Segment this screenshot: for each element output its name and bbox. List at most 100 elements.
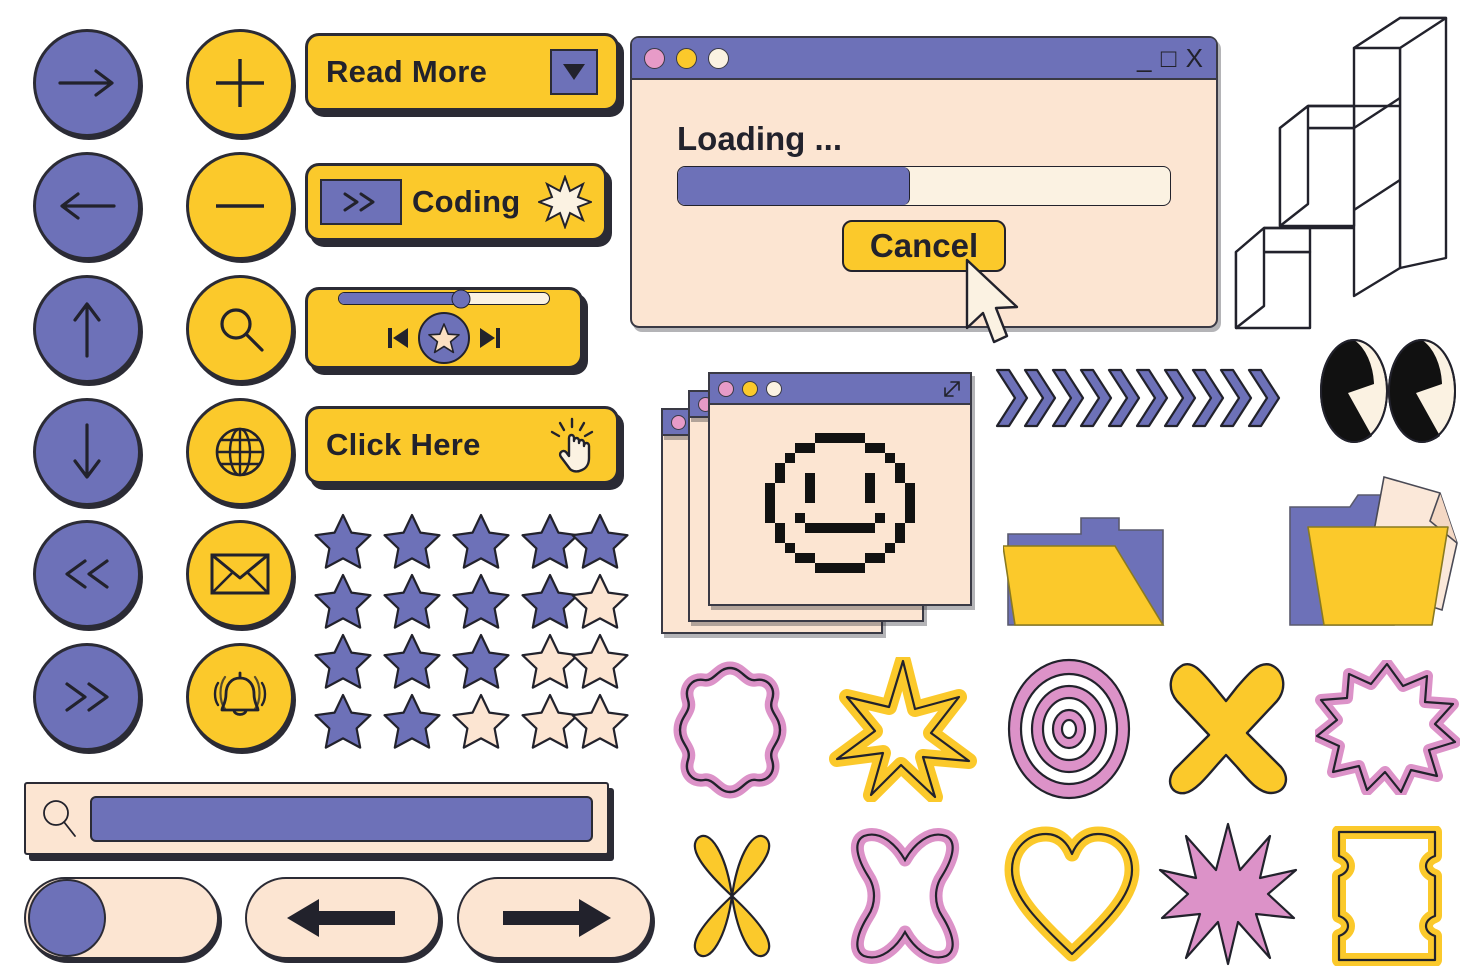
eight-point-star-sticker[interactable] — [1158, 822, 1298, 967]
star-filled[interactable] — [314, 513, 372, 569]
window-dot-cream[interactable] — [766, 380, 782, 397]
arrow-left-icon — [286, 899, 395, 937]
starburst-sticker[interactable] — [1315, 660, 1460, 795]
loading-window[interactable]: _ □ X Loading ... Cancel — [630, 36, 1218, 328]
toggle-switch[interactable] — [24, 877, 219, 959]
arrow-left-pill[interactable]: Back — [245, 877, 440, 959]
window-dot-pink[interactable] — [718, 380, 734, 397]
star-play-icon[interactable] — [418, 312, 470, 364]
loading-window-body: Loading ... Cancel — [632, 80, 1216, 272]
magnifier-icon[interactable] — [40, 798, 78, 840]
star-filled[interactable] — [521, 513, 579, 569]
smiley-window-body — [710, 405, 970, 601]
double-chevron-right-icon — [343, 192, 375, 212]
arrow-cursor — [965, 258, 1019, 344]
star-filled[interactable] — [571, 513, 629, 569]
loading-title: Loading ... — [677, 120, 842, 157]
rounded-frame-sticker[interactable] — [1325, 826, 1450, 966]
read-more-label: Read More — [326, 54, 488, 89]
circle-button-arrow-left[interactable]: Arrow Left — [33, 152, 141, 260]
coding-button[interactable]: Coding — [305, 163, 607, 241]
skip-back-icon[interactable] — [386, 325, 410, 351]
star-filled[interactable] — [383, 513, 441, 569]
star-empty[interactable] — [571, 633, 629, 689]
x-cross-sticker[interactable] — [1161, 657, 1291, 797]
window-dot-pink[interactable] — [671, 414, 686, 430]
folder-icon[interactable] — [1003, 500, 1173, 635]
circle-button-arrow-down[interactable]: Arrow Down — [33, 398, 141, 506]
smiley-window[interactable] — [708, 372, 972, 606]
star-filled[interactable] — [314, 573, 372, 629]
click-here-label: Click Here — [326, 427, 481, 462]
media-slider-thumb[interactable] — [451, 289, 471, 308]
star-empty[interactable] — [571, 693, 629, 749]
star-filled[interactable] — [383, 633, 441, 689]
arrow-right-pill[interactable]: Forward — [457, 877, 652, 959]
media-player-button[interactable] — [305, 287, 583, 369]
cartoon-eyes — [1320, 339, 1456, 443]
heart-outline-sticker[interactable] — [1002, 826, 1142, 966]
progress-bar-fill — [678, 167, 911, 205]
circle-button-add[interactable]: Add — [186, 29, 294, 137]
circle-button-double-chevron-right[interactable]: Next — [33, 643, 141, 751]
globe-icon — [215, 427, 265, 477]
circle-button-arrow-right[interactable]: Arrow Right — [33, 29, 141, 137]
circle-button-arrow-up[interactable]: Arrow Up — [33, 275, 141, 383]
triangle-down-glyph — [563, 64, 585, 80]
chevron-arrow-row — [995, 368, 1281, 428]
star-filled[interactable] — [383, 573, 441, 629]
star-filled[interactable] — [314, 693, 372, 749]
arrow-down-icon — [73, 423, 101, 479]
window-dot-yellow[interactable] — [676, 47, 697, 69]
resize-diagonal-icon[interactable] — [942, 379, 962, 399]
star-filled[interactable] — [452, 633, 510, 689]
coding-label: Coding — [412, 184, 521, 219]
window-dot-yellow[interactable] — [742, 380, 758, 397]
star-rating-grid — [312, 512, 632, 757]
double-chevron-right-icon — [65, 682, 109, 712]
star-grid-svg[interactable] — [312, 512, 632, 752]
star-empty[interactable] — [521, 693, 579, 749]
window-dot-pink[interactable] — [644, 47, 665, 69]
concentric-oval-sticker[interactable] — [1002, 657, 1137, 802]
circle-button-search[interactable]: Search — [186, 275, 294, 383]
skip-forward-icon[interactable] — [478, 325, 502, 351]
folder-open-document-icon[interactable] — [1272, 465, 1470, 645]
star-filled[interactable] — [452, 573, 510, 629]
search-bar[interactable] — [24, 782, 609, 855]
progress-bar-track — [677, 166, 1171, 206]
loading-window-titlebar[interactable]: _ □ X — [632, 38, 1216, 80]
circle-button-remove[interactable]: Remove — [186, 152, 294, 260]
window-dot-cream[interactable] — [708, 47, 729, 69]
star-empty[interactable] — [521, 633, 579, 689]
toggle-knob[interactable] — [28, 879, 106, 957]
star-filled[interactable] — [521, 573, 579, 629]
arrow-right-icon — [58, 69, 114, 97]
star-empty[interactable] — [571, 573, 629, 629]
search-input[interactable] — [90, 795, 593, 842]
butterfly-blob-sticker[interactable] — [840, 826, 970, 966]
circle-button-language[interactable]: Language — [186, 398, 294, 506]
star-filled[interactable] — [452, 513, 510, 569]
minus-icon — [216, 204, 264, 208]
flower-blob-sticker[interactable] — [660, 660, 800, 800]
click-here-button[interactable]: Click Here — [305, 406, 619, 484]
read-more-button[interactable]: Read More — [305, 33, 619, 111]
four-petal-sticker[interactable] — [672, 826, 792, 966]
plus-icon — [216, 59, 264, 107]
fast-forward-chip[interactable] — [320, 179, 402, 225]
star-empty[interactable] — [452, 693, 510, 749]
window-controls[interactable]: _ □ X — [1137, 45, 1204, 71]
media-slider-fill — [339, 293, 470, 304]
six-point-star-sticker[interactable] — [827, 657, 977, 802]
isometric-cube-staircase — [1234, 16, 1448, 330]
circle-button-notifications[interactable]: Notifications — [186, 643, 294, 751]
media-slider[interactable] — [338, 289, 550, 308]
circle-button-double-chevron-left[interactable]: Previous — [33, 520, 141, 628]
hand-pointer-icon — [550, 417, 594, 473]
circle-button-mail[interactable]: Mail — [186, 520, 294, 628]
star-filled[interactable] — [383, 693, 441, 749]
smiley-window-titlebar[interactable] — [710, 374, 970, 405]
star-filled[interactable] — [314, 633, 372, 689]
triangle-down-icon[interactable] — [550, 49, 598, 95]
